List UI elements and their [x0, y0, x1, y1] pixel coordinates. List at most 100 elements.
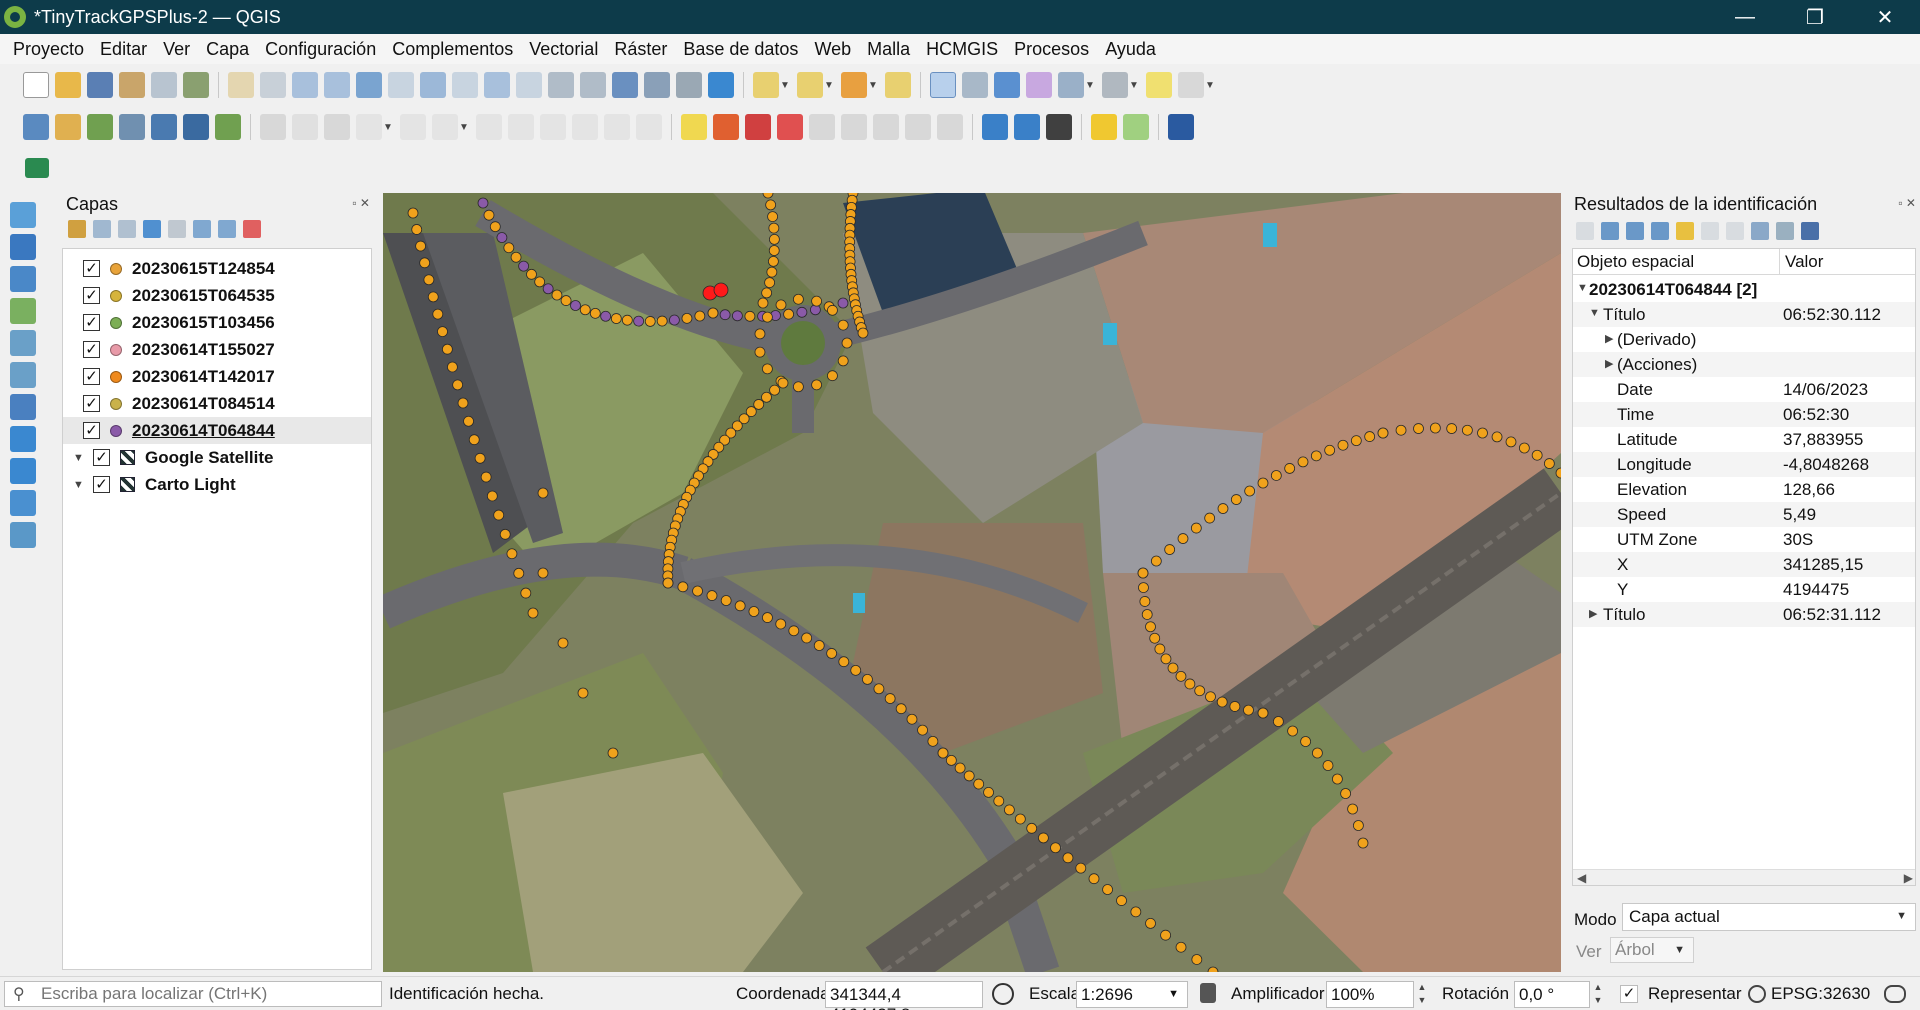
- column-value-header[interactable]: Valor: [1785, 252, 1823, 272]
- toggle-extents-icon[interactable]: [992, 983, 1014, 1005]
- paste-features-icon[interactable]: [572, 114, 598, 140]
- zoom-next-icon[interactable]: [516, 72, 542, 98]
- label-properties-icon[interactable]: [905, 114, 931, 140]
- crs-button[interactable]: EPSG:32630: [1771, 984, 1870, 1004]
- add-wms-layer-icon[interactable]: [10, 426, 36, 452]
- menu-web[interactable]: Web: [806, 39, 859, 60]
- current-edits-icon[interactable]: [260, 114, 286, 140]
- panel-float-close-icon[interactable]: ▫ ✕: [1898, 196, 1916, 210]
- measure-line-icon[interactable]: [1102, 72, 1128, 98]
- open-project-icon[interactable]: [55, 72, 81, 98]
- view-select[interactable]: Árbol ▼: [1610, 937, 1694, 963]
- remove-layer-icon[interactable]: [243, 220, 261, 238]
- scroll-left-icon[interactable]: ◀: [1577, 871, 1586, 885]
- cut-features-icon[interactable]: [508, 114, 534, 140]
- locate-icon[interactable]: [1178, 72, 1204, 98]
- add-group-icon[interactable]: [93, 220, 111, 238]
- coordinate-field[interactable]: 341344,4 4194427,8: [825, 981, 983, 1010]
- pan-map-icon[interactable]: [228, 72, 254, 98]
- rotation-spinner[interactable]: ▲ ▼: [1590, 981, 1606, 1008]
- add-wfs-icon[interactable]: [1014, 114, 1040, 140]
- hcmgis-icon[interactable]: [25, 158, 49, 178]
- deselect-all-icon[interactable]: [841, 72, 867, 98]
- add-vector-icon[interactable]: [215, 114, 241, 140]
- layer-diagram-icon[interactable]: [713, 114, 739, 140]
- layer-checkbox[interactable]: ✓: [83, 287, 100, 304]
- help-icon[interactable]: [1168, 114, 1194, 140]
- zoom-full-icon[interactable]: [356, 72, 382, 98]
- collapse-all-icon[interactable]: [1626, 222, 1644, 240]
- save-project-icon[interactable]: [87, 72, 113, 98]
- delete-selected-icon[interactable]: [476, 114, 502, 140]
- menu-complementos[interactable]: Complementos: [384, 39, 521, 60]
- map-canvas[interactable]: [383, 193, 1561, 972]
- open-layer-styling-icon[interactable]: [68, 220, 86, 238]
- scale-combobox[interactable]: 1:2696 ▼: [1076, 981, 1188, 1008]
- select-features-icon[interactable]: [753, 72, 779, 98]
- magnifier-field[interactable]: 100%: [1326, 981, 1414, 1008]
- copy-features-icon[interactable]: [540, 114, 566, 140]
- locator-bar[interactable]: ⚲: [4, 981, 382, 1007]
- chevron-down-icon[interactable]: ▼: [383, 122, 393, 133]
- render-checkbox[interactable]: ✓: [1620, 985, 1638, 1003]
- layer-checkbox[interactable]: ✓: [83, 341, 100, 358]
- expand-arrow-icon[interactable]: ▶: [1605, 357, 1613, 370]
- menu-raster[interactable]: Ráster: [606, 39, 675, 60]
- layer-result-row[interactable]: ▼ 20230614T064844 [2]: [1573, 277, 1915, 302]
- expand-new-results-icon[interactable]: [1651, 222, 1669, 240]
- layer-checkbox[interactable]: ✓: [93, 449, 110, 466]
- layer-item[interactable]: ✓ 20230614T142017: [63, 363, 371, 390]
- attribute-row[interactable]: Elevation 128,66: [1573, 477, 1915, 502]
- expand-arrow-icon[interactable]: ▶: [1605, 332, 1613, 345]
- add-geopackage-icon[interactable]: [10, 330, 36, 356]
- zoom-to-layer-icon[interactable]: [420, 72, 446, 98]
- collapse-arrow-icon[interactable]: ▼: [1589, 307, 1600, 319]
- add-wms-icon[interactable]: [982, 114, 1008, 140]
- rotate-label-icon[interactable]: [841, 114, 867, 140]
- add-raster-layer-icon[interactable]: [10, 234, 36, 260]
- refresh-icon[interactable]: [708, 72, 734, 98]
- layer-item[interactable]: ✓ 20230614T084514: [63, 390, 371, 417]
- magnifier-spinner[interactable]: ▲ ▼: [1414, 981, 1430, 1008]
- layer-item-selected[interactable]: ✓ 20230614T064844: [63, 417, 371, 444]
- pin-labels-icon[interactable]: [745, 114, 771, 140]
- menu-hcmgis[interactable]: HCMGIS: [918, 39, 1006, 60]
- attribute-row[interactable]: X 341285,15: [1573, 552, 1915, 577]
- attribute-row[interactable]: Longitude -4,8048268: [1573, 452, 1915, 477]
- close-button[interactable]: ✕: [1850, 0, 1920, 34]
- modify-attributes-icon[interactable]: [432, 114, 458, 140]
- rotation-field[interactable]: 0,0 °: [1514, 981, 1590, 1008]
- style-manager-icon[interactable]: [183, 72, 209, 98]
- messages-icon[interactable]: [1884, 985, 1906, 1003]
- layer-checkbox[interactable]: ✓: [83, 260, 100, 277]
- layer-checkbox[interactable]: ✓: [83, 314, 100, 331]
- data-source-manager-icon[interactable]: [23, 114, 49, 140]
- layer-checkbox[interactable]: ✓: [93, 476, 110, 493]
- layer-item[interactable]: ✓ 20230614T155027: [63, 336, 371, 363]
- layer-item[interactable]: ✓ 20230615T103456: [63, 309, 371, 336]
- select-by-location-icon[interactable]: [885, 72, 911, 98]
- menu-ver[interactable]: Ver: [155, 39, 198, 60]
- add-raster-icon[interactable]: [183, 114, 209, 140]
- chevron-down-icon[interactable]: ▼: [1085, 80, 1095, 91]
- new-shapefile-icon[interactable]: [87, 114, 113, 140]
- layer-item[interactable]: ▼ ✓ Carto Light: [63, 471, 371, 498]
- chevron-down-icon[interactable]: ▼: [1129, 80, 1139, 91]
- feature-row[interactable]: ▼ Título 06:52:30.112: [1573, 302, 1915, 327]
- layer-item[interactable]: ✓ 20230615T064535: [63, 282, 371, 309]
- chevron-down-icon[interactable]: ▼: [459, 122, 469, 133]
- select-by-value-icon[interactable]: [797, 72, 823, 98]
- add-wcs-icon[interactable]: [1046, 114, 1072, 140]
- collapse-all-icon[interactable]: [218, 220, 236, 238]
- open-table-icon[interactable]: [1058, 72, 1084, 98]
- chevron-down-icon[interactable]: ▼: [824, 80, 834, 91]
- collapse-arrow-icon[interactable]: ▼: [1577, 282, 1588, 294]
- zoom-native-icon[interactable]: [452, 72, 478, 98]
- menu-editar[interactable]: Editar: [92, 39, 155, 60]
- layer-item[interactable]: ✓ 20230615T124854: [63, 255, 371, 282]
- label-toolbar-icon[interactable]: [681, 114, 707, 140]
- settings-icon[interactable]: [1776, 222, 1794, 240]
- vertex-tool-icon[interactable]: [400, 114, 426, 140]
- zoom-out-icon[interactable]: [324, 72, 350, 98]
- menu-ayuda[interactable]: Ayuda: [1097, 39, 1164, 60]
